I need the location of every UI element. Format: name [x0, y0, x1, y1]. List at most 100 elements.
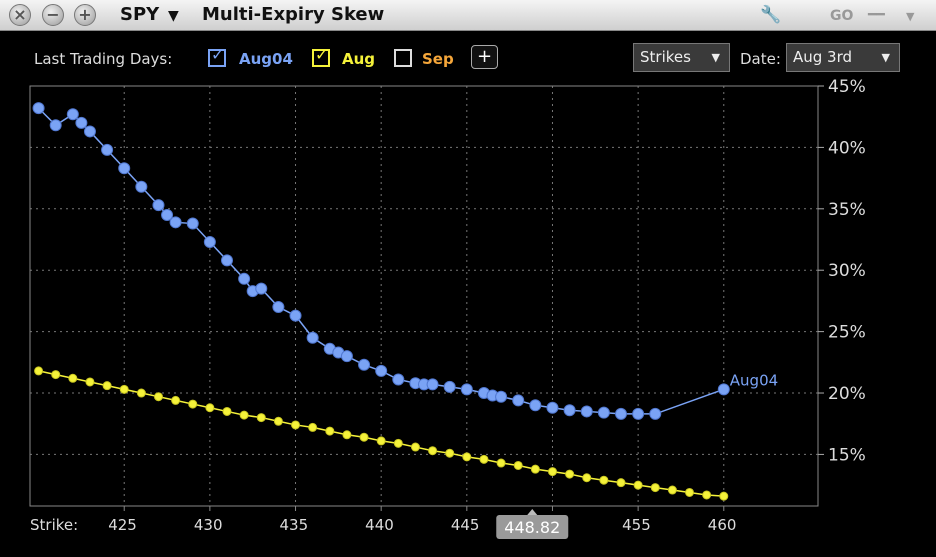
data-point	[375, 364, 388, 377]
data-point	[512, 394, 525, 407]
x-tick-label: 425	[108, 516, 137, 534]
data-point	[205, 403, 215, 413]
data-point	[358, 358, 371, 371]
y-tick-label: 15%	[828, 445, 866, 465]
data-point	[101, 143, 114, 156]
x-tick-label: 440	[365, 516, 394, 534]
data-point	[632, 407, 645, 420]
plot-frame	[29, 85, 819, 507]
data-point	[119, 384, 129, 394]
data-point	[325, 426, 335, 436]
data-point	[633, 480, 643, 490]
data-point	[443, 380, 456, 393]
data-point	[428, 446, 438, 456]
chart-grid	[30, 85, 818, 511]
data-point	[426, 378, 439, 391]
data-point	[239, 410, 249, 420]
data-point	[75, 116, 88, 129]
data-point	[719, 491, 729, 501]
x-tick-label: 460	[707, 516, 737, 534]
skew-chart[interactable]: 15% 20% 25% 30% 35% 40% 45% Aug04 448.82	[0, 0, 936, 557]
data-point	[203, 235, 216, 248]
data-point	[582, 473, 592, 483]
data-point	[445, 448, 455, 458]
data-point	[342, 430, 352, 440]
data-point	[66, 108, 79, 121]
data-point	[529, 399, 542, 412]
data-point	[513, 460, 523, 470]
y-tick-label: 30%	[828, 261, 866, 281]
y-tick-label: 20%	[828, 384, 866, 404]
data-point	[359, 432, 369, 442]
data-point	[462, 452, 472, 462]
data-point	[238, 272, 251, 285]
data-point	[530, 464, 540, 474]
data-point	[563, 404, 576, 417]
data-point	[650, 483, 660, 493]
data-point	[51, 370, 61, 380]
data-point	[188, 399, 198, 409]
data-point	[308, 422, 318, 432]
data-point	[547, 467, 557, 477]
data-point	[153, 392, 163, 402]
data-point	[649, 407, 662, 420]
data-point	[616, 478, 626, 488]
data-point	[460, 383, 473, 396]
x-tick-label: 445	[450, 516, 480, 534]
y-tick-label: 40%	[828, 138, 866, 158]
data-point	[496, 458, 506, 468]
data-point	[479, 454, 489, 464]
data-point	[256, 413, 266, 423]
cursor-label: 448.82	[504, 518, 560, 537]
data-point	[597, 406, 610, 419]
data-point	[169, 216, 182, 229]
data-point	[255, 282, 268, 295]
data-point	[340, 350, 353, 363]
data-point	[221, 254, 233, 267]
x-tick-label: 455	[622, 516, 651, 534]
data-point	[702, 490, 712, 500]
data-point	[546, 401, 559, 414]
series-aug04: Aug04	[32, 102, 778, 420]
data-point	[410, 442, 420, 452]
data-point	[83, 125, 96, 138]
data-point	[118, 162, 131, 175]
data-point	[599, 475, 609, 485]
y-axis: 15% 20% 25% 30% 35% 40% 45%	[818, 77, 866, 465]
cursor-pointer-icon	[527, 509, 538, 515]
data-point	[393, 438, 403, 448]
series-end-label: Aug04	[730, 371, 778, 389]
data-point	[289, 309, 302, 322]
data-point	[171, 395, 181, 405]
data-point	[717, 383, 730, 396]
data-point	[580, 405, 593, 418]
data-point	[273, 416, 283, 426]
data-point	[291, 420, 301, 430]
x-tick-label: 430	[193, 516, 223, 534]
series-layer: Aug04	[32, 102, 778, 501]
y-tick-label: 45%	[828, 77, 866, 97]
data-point	[685, 487, 695, 497]
data-point	[49, 119, 62, 132]
data-point	[152, 199, 165, 212]
data-point	[495, 390, 508, 403]
data-point	[68, 373, 78, 383]
data-point	[102, 381, 112, 391]
data-point	[272, 301, 285, 314]
data-point	[306, 331, 319, 344]
x-axis-label: Strike:	[30, 516, 79, 534]
data-point	[667, 485, 677, 495]
y-tick-label: 25%	[828, 323, 866, 343]
data-point	[392, 373, 405, 386]
x-cursor: 448.82	[496, 509, 569, 539]
data-point	[222, 406, 232, 416]
data-point	[186, 217, 199, 230]
y-tick-label: 35%	[828, 200, 866, 220]
data-point	[615, 407, 627, 420]
x-tick-label: 435	[279, 516, 309, 534]
data-point	[32, 102, 45, 115]
data-point	[85, 377, 95, 387]
data-point	[136, 388, 146, 398]
data-point	[565, 469, 575, 479]
data-point	[376, 436, 386, 446]
